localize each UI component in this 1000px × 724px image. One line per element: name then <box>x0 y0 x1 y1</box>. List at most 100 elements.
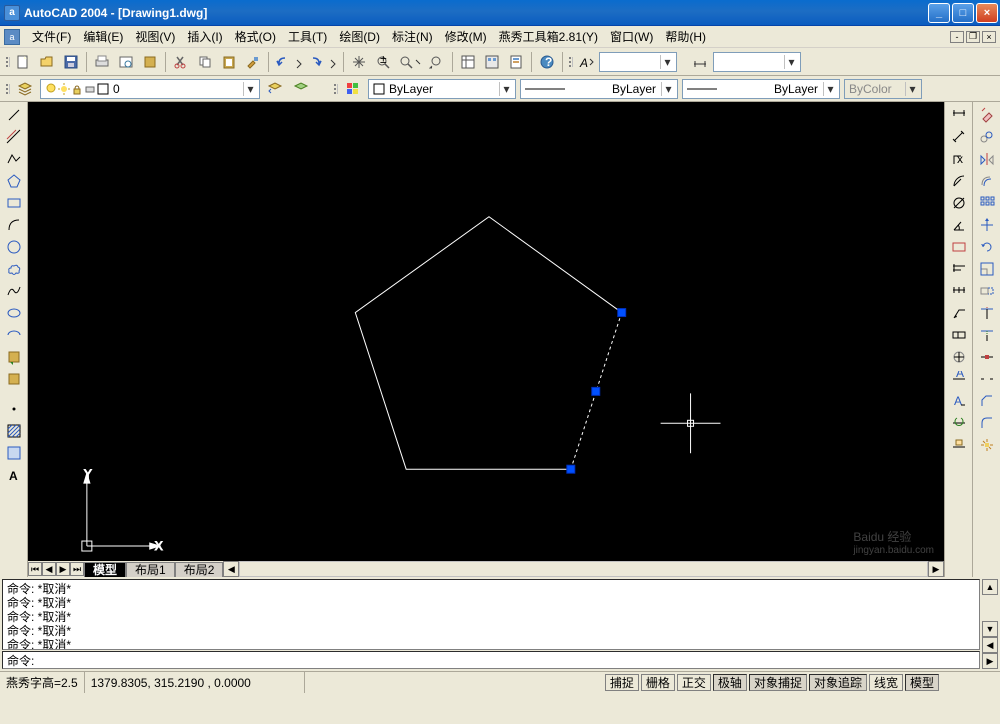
doc-restore-button[interactable]: ❐ <box>966 31 980 43</box>
textstyle-dropdown[interactable]: ▾ <box>599 52 677 72</box>
hatch-tool[interactable] <box>3 420 25 442</box>
erase-tool[interactable] <box>976 104 998 126</box>
dim-diameter-tool[interactable] <box>948 192 970 214</box>
dim-angular-tool[interactable] <box>948 214 970 236</box>
chamfer-tool[interactable] <box>976 390 998 412</box>
help-button[interactable]: ? <box>536 51 558 73</box>
drawing-canvas[interactable]: X Y Baidu 经验 jingyan.baidu.com <box>28 102 944 561</box>
toggle-otrack[interactable]: 对象追踪 <box>809 674 867 691</box>
zoom-realtime-button[interactable]: ± <box>372 51 394 73</box>
break-tool[interactable] <box>976 368 998 390</box>
leader-tool[interactable] <box>948 302 970 324</box>
lineweight-dropdown[interactable]: ByLayer ▾ <box>682 79 840 99</box>
tab-model[interactable]: 模型 <box>84 562 126 577</box>
paste-button[interactable] <box>218 51 240 73</box>
scroll-right-button[interactable]: ▶ <box>928 561 944 577</box>
toolbar-grip[interactable] <box>4 57 10 67</box>
save-button[interactable] <box>60 51 82 73</box>
menu-window[interactable]: 窗口(W) <box>604 26 659 47</box>
tolerance-tool[interactable] <box>948 324 970 346</box>
tab-prev-button[interactable]: ◀ <box>42 562 56 576</box>
window-maximize-button[interactable]: □ <box>952 3 974 23</box>
polyline-tool[interactable] <box>3 148 25 170</box>
toggle-polar[interactable]: 极轴 <box>713 674 747 691</box>
menu-yanxiu[interactable]: 燕秀工具箱2.81(Y) <box>493 26 604 47</box>
cmd-scroll-up[interactable]: ▲ <box>982 579 998 595</box>
circle-tool[interactable] <box>3 236 25 258</box>
linetype-dropdown[interactable]: ByLayer ▾ <box>520 79 678 99</box>
doc-minimize-button[interactable]: - <box>950 31 964 43</box>
menu-modify[interactable]: 修改(M) <box>439 26 493 47</box>
tab-layout2[interactable]: 布局2 <box>175 562 224 577</box>
fillet-tool[interactable] <box>976 412 998 434</box>
mirror-tool[interactable] <box>976 148 998 170</box>
dimstyle-button[interactable] <box>689 51 711 73</box>
break-at-point-tool[interactable] <box>976 346 998 368</box>
rectangle-tool[interactable] <box>3 192 25 214</box>
menu-view[interactable]: 视图(V) <box>129 26 181 47</box>
dim-text-edit-tool[interactable]: A <box>948 390 970 412</box>
ellipse-tool[interactable] <box>3 302 25 324</box>
layer-states-button[interactable] <box>290 78 312 100</box>
dim-baseline-tool[interactable] <box>948 258 970 280</box>
ellipse-arc-tool[interactable] <box>3 324 25 346</box>
window-minimize-button[interactable]: _ <box>928 3 950 23</box>
tab-first-button[interactable]: ⏮ <box>28 562 42 576</box>
new-button[interactable] <box>12 51 34 73</box>
toggle-model[interactable]: 模型 <box>905 674 939 691</box>
textstyle-button[interactable]: A <box>575 51 597 73</box>
design-center-button[interactable] <box>481 51 503 73</box>
rotate-tool[interactable] <box>976 236 998 258</box>
menu-insert[interactable]: 插入(I) <box>181 26 228 47</box>
dimstyle-dropdown[interactable]: ▾ <box>713 52 801 72</box>
offset-tool[interactable] <box>976 170 998 192</box>
toggle-lwt[interactable]: 线宽 <box>869 674 903 691</box>
center-mark-tool[interactable] <box>948 346 970 368</box>
zoom-window-button[interactable] <box>396 51 424 73</box>
insert-block-tool[interactable] <box>3 346 25 368</box>
redo-button[interactable] <box>307 51 339 73</box>
scroll-left-button[interactable]: ◀ <box>223 561 239 577</box>
publish-button[interactable] <box>139 51 161 73</box>
menu-dimension[interactable]: 标注(N) <box>386 26 439 47</box>
pan-realtime-button[interactable] <box>348 51 370 73</box>
menu-draw[interactable]: 绘图(D) <box>333 26 386 47</box>
window-close-button[interactable]: × <box>976 3 998 23</box>
layer-previous-button[interactable] <box>264 78 286 100</box>
toggle-grid[interactable]: 栅格 <box>641 674 675 691</box>
dim-style-tool[interactable] <box>948 434 970 456</box>
match-properties-button[interactable] <box>242 51 264 73</box>
construction-line-tool[interactable] <box>3 126 25 148</box>
toolbar-grip-4[interactable] <box>332 84 338 94</box>
cut-button[interactable] <box>170 51 192 73</box>
quick-dim-tool[interactable] <box>948 236 970 258</box>
menu-help[interactable]: 帮助(H) <box>659 26 712 47</box>
properties-button[interactable] <box>457 51 479 73</box>
array-tool[interactable] <box>976 192 998 214</box>
extend-tool[interactable] <box>976 324 998 346</box>
cmd-scroll-right[interactable]: ▶ <box>982 653 998 669</box>
toggle-osnap[interactable]: 对象捕捉 <box>749 674 807 691</box>
dim-aligned-tool[interactable] <box>948 126 970 148</box>
arc-tool[interactable] <box>3 214 25 236</box>
menu-format[interactable]: 格式(O) <box>229 26 282 47</box>
command-history[interactable]: 命令: *取消* 命令: *取消* 命令: *取消* 命令: *取消* 命令: … <box>2 579 980 650</box>
make-block-tool[interactable] <box>3 368 25 390</box>
color-dropdown[interactable]: ByLayer ▾ <box>368 79 516 99</box>
stretch-tool[interactable] <box>976 280 998 302</box>
color-control-button[interactable] <box>342 78 364 100</box>
layer-manager-button[interactable] <box>14 78 36 100</box>
doc-close-button[interactable]: × <box>982 31 996 43</box>
layer-dropdown[interactable]: 0 ▾ <box>40 79 260 99</box>
text-tool[interactable]: A <box>3 464 25 486</box>
region-tool[interactable] <box>3 442 25 464</box>
revision-cloud-tool[interactable] <box>3 258 25 280</box>
explode-tool[interactable] <box>976 434 998 456</box>
dim-continue-tool[interactable] <box>948 280 970 302</box>
spline-tool[interactable] <box>3 280 25 302</box>
tab-layout1[interactable]: 布局1 <box>126 562 175 577</box>
command-input[interactable]: 命令: <box>2 651 980 669</box>
dim-linear-tool[interactable] <box>948 104 970 126</box>
horizontal-scrollbar[interactable]: ◀ ▶ <box>223 561 944 577</box>
toggle-ortho[interactable]: 正交 <box>677 674 711 691</box>
